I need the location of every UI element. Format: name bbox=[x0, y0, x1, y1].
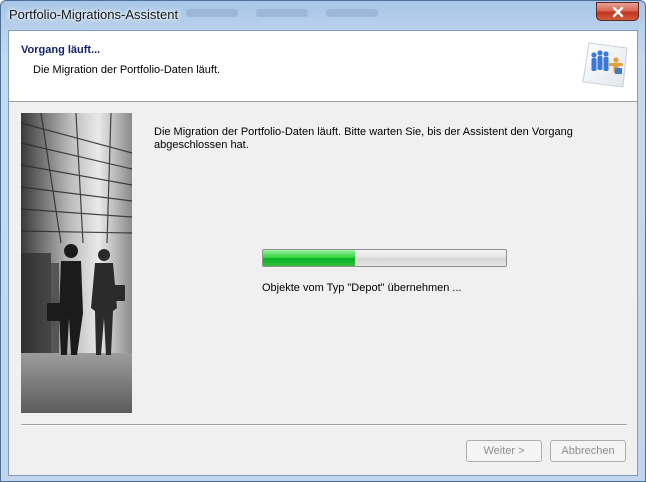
migration-progress-bar bbox=[262, 249, 507, 267]
progress-bar-fill bbox=[263, 250, 356, 266]
wizard-client-area: Vorgang läuft... Die Migration der Portf… bbox=[8, 30, 638, 476]
window-title: Portfolio-Migrations-Assistent bbox=[9, 7, 179, 22]
header-subtitle: Die Migration der Portfolio-Daten läuft. bbox=[33, 64, 221, 76]
wizard-window: Portfolio-Migrations-Assistent Vorgang l… bbox=[0, 0, 646, 482]
title-bar-background bbox=[186, 9, 378, 17]
people-group-icon bbox=[582, 42, 628, 88]
wizard-header: Vorgang läuft... Die Migration der Portf… bbox=[9, 31, 637, 102]
header-title: Vorgang läuft... bbox=[21, 44, 101, 56]
close-icon bbox=[612, 6, 623, 17]
title-bar[interactable]: Portfolio-Migrations-Assistent bbox=[1, 1, 645, 31]
close-button[interactable] bbox=[596, 2, 639, 21]
footer-separator bbox=[21, 424, 627, 426]
station-photo bbox=[21, 113, 132, 413]
next-button[interactable]: Weiter > bbox=[466, 440, 542, 462]
wizard-side-photo bbox=[21, 113, 132, 413]
info-text: Die Migration der Portfolio-Daten läuft.… bbox=[154, 126, 573, 151]
progress-status-text: Objekte vom Typ "Depot" übernehmen ... bbox=[262, 282, 462, 294]
cancel-button[interactable]: Abbrechen bbox=[550, 440, 626, 462]
